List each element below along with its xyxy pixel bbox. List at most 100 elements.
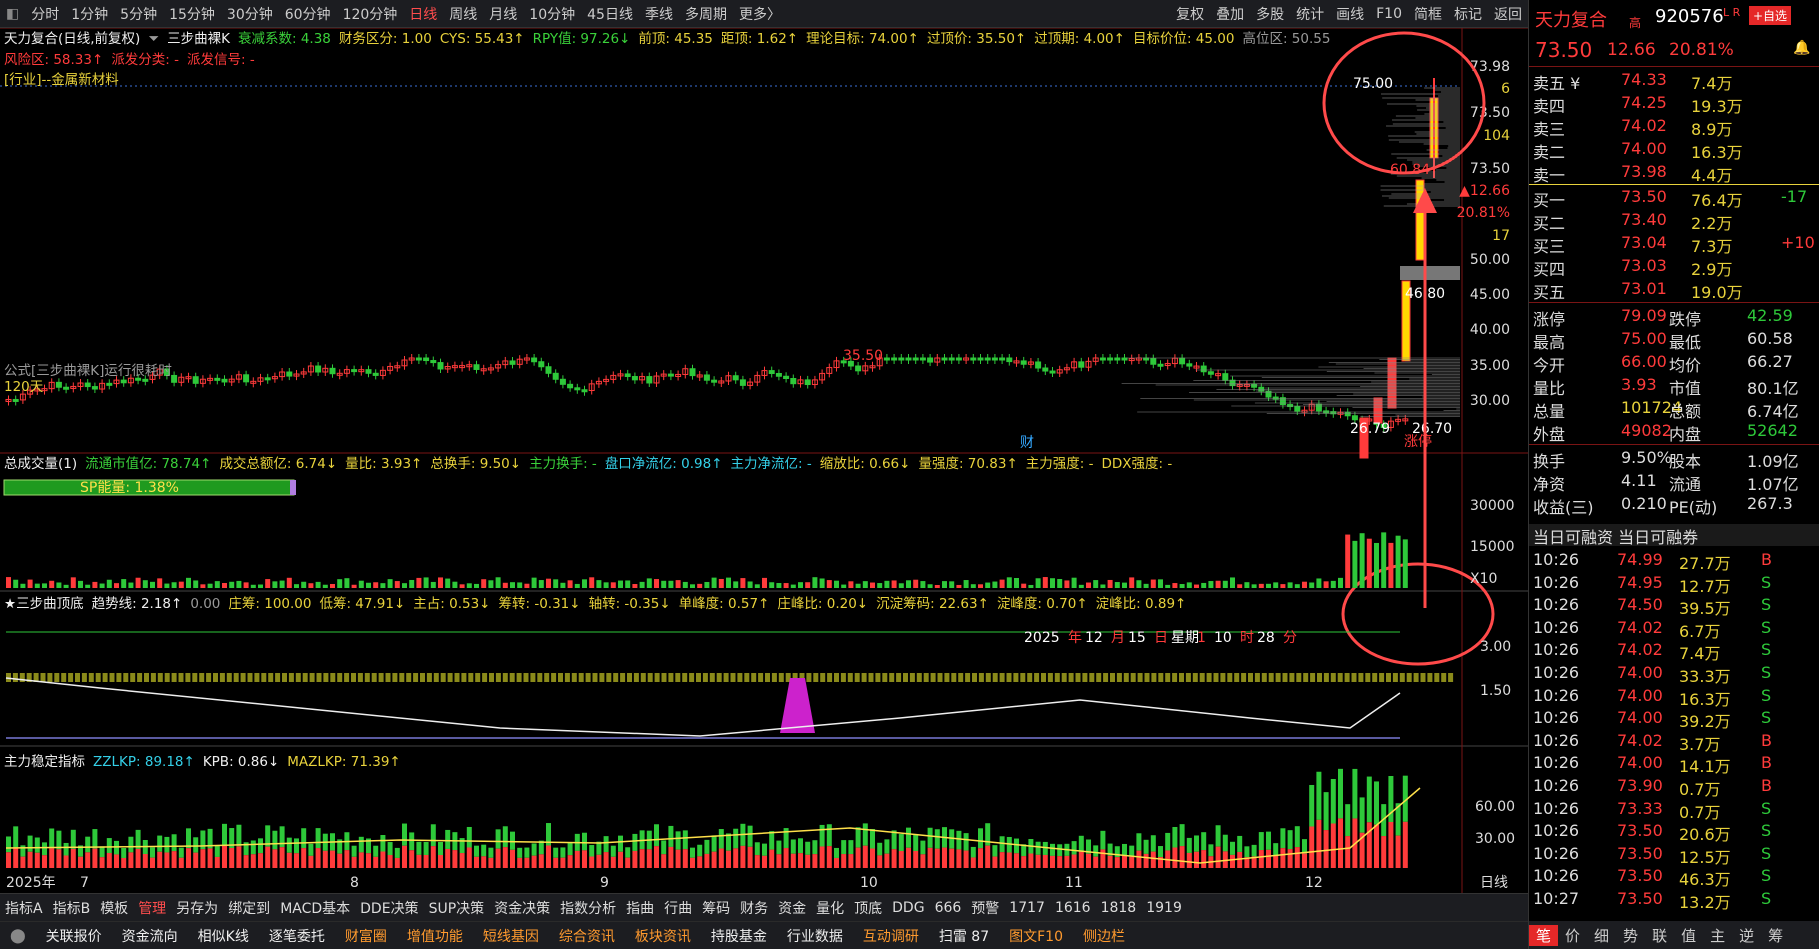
period-tab[interactable]: 45日线	[581, 4, 639, 24]
function-tab[interactable]: 行业数据	[777, 926, 853, 946]
dropdown-icon[interactable]: ⏷	[148, 31, 159, 47]
function-tab[interactable]: 扫雷 87	[929, 926, 999, 946]
indicator-tab[interactable]: 指数分析	[555, 898, 621, 918]
indicator-tab[interactable]: 管理	[133, 898, 171, 918]
period-tab[interactable]: 季线	[639, 4, 679, 24]
function-tab[interactable]: 逐笔委托	[259, 926, 335, 946]
function-tab[interactable]: 增值功能	[397, 926, 473, 946]
signal-block	[351, 673, 356, 682]
formula-name[interactable]: 三步曲裸K	[167, 31, 230, 47]
sidebar-tab[interactable]: 价	[1558, 925, 1587, 946]
tool-button[interactable]: 返回	[1488, 4, 1528, 24]
indicator-tab[interactable]: 资金	[773, 898, 811, 918]
period-tab[interactable]: 多周期	[679, 4, 733, 24]
sidebar-tab[interactable]: 逆	[1732, 925, 1761, 946]
indicator-tab[interactable]: SUP决策	[424, 898, 490, 918]
indicator-tab[interactable]: 顶底	[849, 898, 887, 918]
step-title[interactable]: ★三步曲顶底	[4, 596, 84, 612]
indicator-tab[interactable]: 财务	[735, 898, 773, 918]
signal-block	[254, 673, 259, 682]
tool-button[interactable]: 多股	[1250, 4, 1290, 24]
bell-icon[interactable]: 🔔	[1793, 40, 1810, 56]
indicator-tab[interactable]: 量化	[811, 898, 849, 918]
indicator-tab[interactable]: 1616	[1050, 900, 1096, 916]
indicator-tab[interactable]: 1919	[1141, 900, 1187, 916]
tool-button[interactable]: 叠加	[1210, 4, 1250, 24]
signal-block	[1131, 673, 1136, 682]
zl-bar-green	[92, 829, 97, 848]
sidebar-tab[interactable]: 主	[1703, 925, 1732, 946]
tool-button[interactable]: 统计	[1290, 4, 1330, 24]
indicator-tab[interactable]: MACD基本	[275, 898, 355, 918]
tool-button[interactable]: 复权	[1170, 4, 1210, 24]
period-tab[interactable]: 15分钟	[163, 4, 221, 24]
volume-title[interactable]: 总成交量(1)	[4, 456, 77, 472]
function-tab[interactable]: 侧边栏	[1073, 926, 1135, 946]
function-tab[interactable]: 板块资讯	[625, 926, 701, 946]
chart-title[interactable]: 天力复合(日线,前复权)	[4, 31, 140, 47]
high-tag: 高	[1629, 14, 1641, 31]
sidebar-tab[interactable]: 联	[1645, 925, 1674, 946]
indicator-tab[interactable]: 行曲	[659, 898, 697, 918]
window-menu-icon[interactable]: ◧	[0, 6, 25, 22]
period-tab[interactable]: 1分钟	[65, 4, 114, 24]
indicator-tab[interactable]: 筹码	[697, 898, 735, 918]
sidebar-tab[interactable]: 笔	[1529, 925, 1558, 946]
period-tab[interactable]: 30分钟	[221, 4, 279, 24]
tool-button[interactable]: 简框	[1408, 4, 1448, 24]
sidebar-tab[interactable]: 值	[1674, 925, 1703, 946]
zl-title[interactable]: 主力稳定指标	[4, 754, 85, 770]
sidebar-tab[interactable]: 势	[1616, 925, 1645, 946]
indicator-tab[interactable]: 666	[930, 900, 967, 916]
sidebar-tab[interactable]: 筹	[1761, 925, 1790, 946]
signal-block	[61, 673, 66, 682]
indicator-tab[interactable]: 指标B	[48, 898, 96, 918]
function-tab[interactable]: 财富圈	[335, 926, 397, 946]
margin-label[interactable]: 当日可融资 当日可融券	[1533, 524, 1698, 548]
signal-block	[551, 673, 556, 682]
indicator-tab[interactable]: 预警	[966, 898, 1004, 918]
period-tab[interactable]: 周线	[443, 4, 483, 24]
indicator-tab[interactable]: 1818	[1096, 900, 1142, 916]
function-tab[interactable]: 互动调研	[853, 926, 929, 946]
indicator-value: 派发信号: -	[187, 52, 255, 68]
period-tab[interactable]: 10分钟	[523, 4, 581, 24]
indicator-tab[interactable]: 另存为	[171, 898, 223, 918]
main-chart-area[interactable]: 73.98 6 73.50 104 73.50 ▲12.66 20.81% 17 50.00 45…	[0, 28, 1528, 902]
cell: 39.2万	[1679, 708, 1731, 732]
function-tab[interactable]: 综合资讯	[549, 926, 625, 946]
indicator-tab[interactable]: 指标A	[0, 898, 48, 918]
function-tab[interactable]: 资金流向	[112, 926, 188, 946]
indicator-tab[interactable]: 模板	[95, 898, 133, 918]
indicator-tab[interactable]: DDG	[887, 900, 929, 916]
period-tab[interactable]: 5分钟	[114, 4, 163, 24]
period-tab[interactable]: 分时	[25, 4, 65, 24]
candle-body	[1100, 358, 1105, 360]
period-tab[interactable]: 60分钟	[279, 4, 337, 24]
indicator-tab[interactable]: 绑定到	[223, 898, 275, 918]
toggle-switch[interactable]: ⬤	[0, 928, 36, 944]
period-tab[interactable]: 月线	[483, 4, 523, 24]
zl-bar-red	[244, 855, 249, 868]
tool-button[interactable]: F10	[1370, 6, 1408, 22]
function-tab[interactable]: 图文F10	[999, 926, 1073, 946]
indicator-tab[interactable]: 资金决策	[489, 898, 555, 918]
function-tab[interactable]: 短线基因	[473, 926, 549, 946]
indicator-tab[interactable]: DDE决策	[355, 898, 423, 918]
volume-bar	[1273, 582, 1278, 588]
period-tab[interactable]: 日线	[403, 4, 443, 24]
period-tab[interactable]: 更多〉	[733, 4, 787, 24]
function-tab[interactable]: 相似K线	[188, 926, 259, 946]
tool-button[interactable]: 标记	[1448, 4, 1488, 24]
indicator-tab[interactable]: 指曲	[621, 898, 659, 918]
candle-body	[1352, 416, 1357, 420]
indicator-tab[interactable]: 1717	[1004, 900, 1050, 916]
tool-button[interactable]: 画线	[1330, 4, 1370, 24]
function-tab[interactable]: 持股基金	[701, 926, 777, 946]
function-tab[interactable]: 关联报价	[36, 926, 112, 946]
period-tab[interactable]: 120分钟	[337, 4, 404, 24]
date-part: 分	[1283, 630, 1297, 646]
volume-bar	[467, 583, 472, 588]
sidebar-tab[interactable]: 细	[1587, 925, 1616, 946]
add-watchlist-button[interactable]: +自选	[1749, 6, 1791, 25]
